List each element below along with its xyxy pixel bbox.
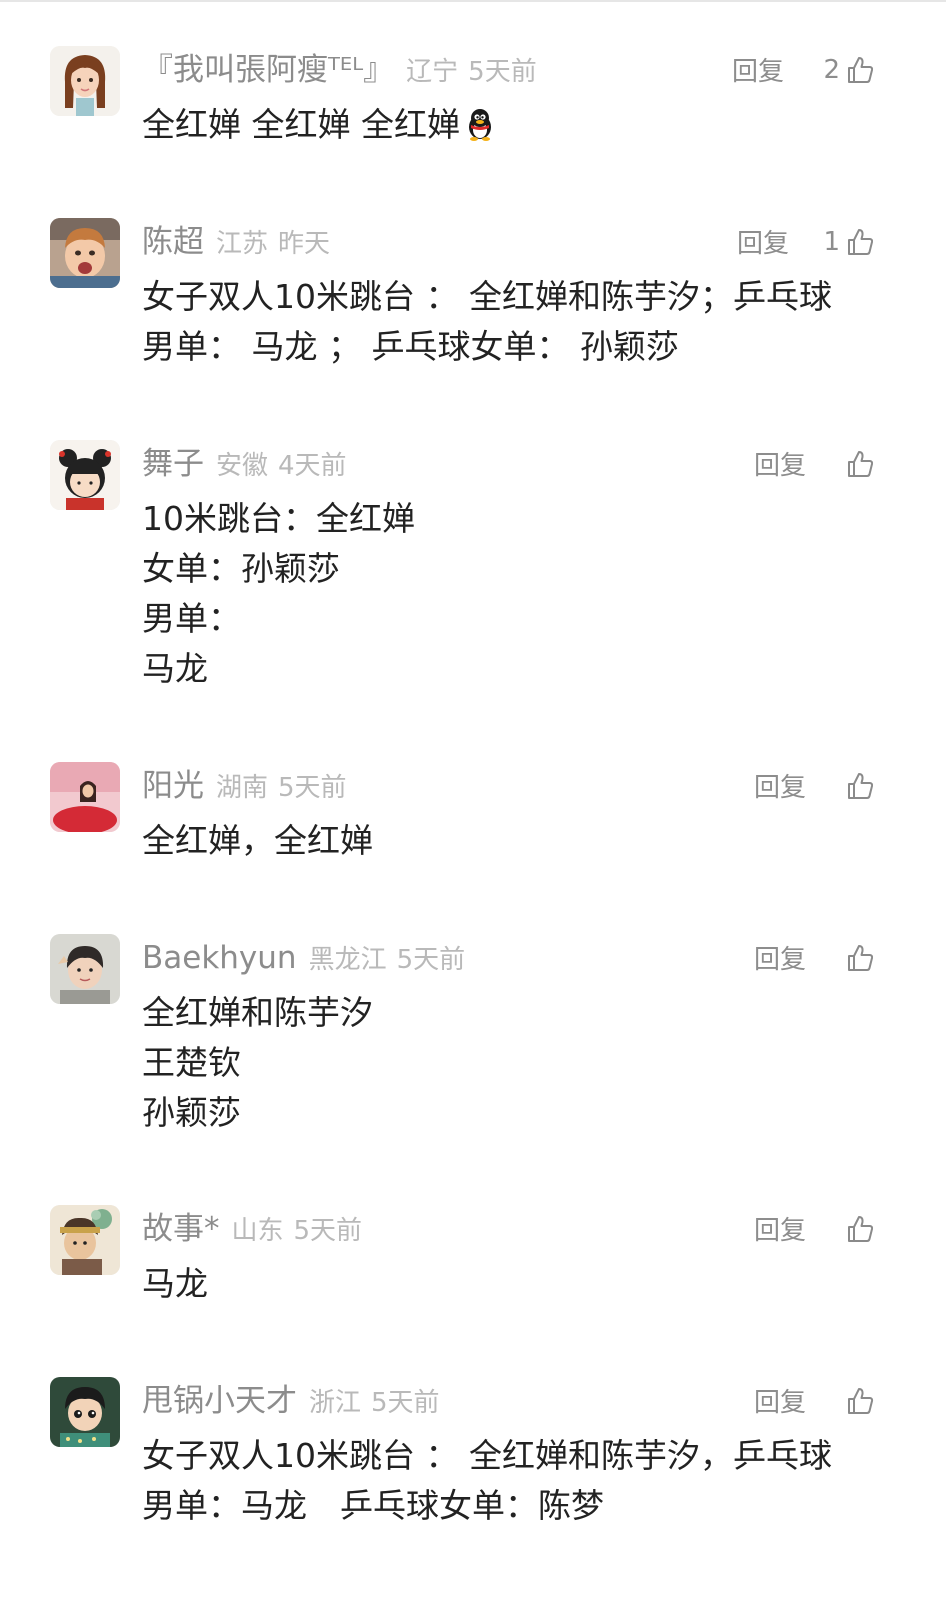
username[interactable]: Baekhyun (142, 940, 297, 976)
avatar[interactable] (50, 46, 120, 116)
location-label: 江苏 (216, 229, 269, 259)
reply-button[interactable]: 回复 (737, 224, 789, 264)
like-button[interactable]: 1 (823, 222, 876, 262)
comment-text: 全红婵 全红婵 全红婵 (142, 100, 498, 150)
username[interactable]: 阳光 (142, 768, 204, 804)
avatar-girl-icon (50, 46, 120, 116)
comment-text: 女子双人10米跳台 ： 全红婵和陈芋汐；乒乓球 男单： 马龙 ； 乒乓球女单： … (142, 272, 832, 372)
avatar[interactable] (50, 1205, 120, 1275)
reply-button[interactable]: 回复 (754, 768, 806, 808)
comment-line: 女子双人10米跳台 ： 全红婵和陈芋汐，乒乓球 (142, 1436, 832, 1475)
avatar[interactable] (50, 1377, 120, 1447)
comment-line: 马龙 (142, 649, 208, 688)
avatar-photo-icon (50, 762, 120, 832)
location-label: 山东 (231, 1216, 284, 1246)
like-count: 1 (823, 227, 840, 257)
like-button[interactable] (844, 1209, 876, 1249)
like-count: 2 (823, 55, 840, 85)
comment-line: 马龙 (142, 1264, 208, 1303)
comment-line-text: 全红婵 全红婵 全红婵 (142, 105, 460, 144)
avatar[interactable] (50, 218, 120, 288)
comment-line: 男单： (142, 599, 241, 638)
avatar-cartoon-icon (50, 1205, 120, 1275)
comment-line: 男单：马龙 乒乓球女单：陈梦 (142, 1486, 604, 1525)
avatar[interactable] (50, 934, 120, 1004)
like-button[interactable] (844, 766, 876, 806)
comment-text: 10米跳台：全红婵 女单：孙颖莎 男单： 马龙 (142, 494, 415, 694)
reply-button[interactable]: 回复 (732, 52, 784, 92)
location-label: 浙江 (309, 1388, 362, 1418)
location-label: 黑龙江 (308, 945, 387, 975)
comment-text: 全红婵，全红婵 (142, 816, 373, 866)
qq-penguin-icon (462, 106, 498, 156)
comment-meta: 故事* 山东 5天前 (142, 1207, 362, 1251)
username[interactable]: 『我叫張阿瘦ᵀᴱᴸ』 (142, 52, 394, 88)
avatar-child-icon (50, 218, 120, 288)
thumbs-up-icon (844, 1213, 876, 1245)
comment-text: 女子双人10米跳台 ： 全红婵和陈芋汐，乒乓球 男单：马龙 乒乓球女单：陈梦 (142, 1431, 832, 1531)
comment-line: 男单： 马龙 ； 乒乓球女单： 孙颖莎 (142, 327, 679, 366)
comment-line: 10米跳台：全红婵 (142, 499, 415, 538)
comment-list: 『我叫張阿瘦ᵀᴱᴸ』 辽宁 5天前 回复 2 全红婵 全红婵 全红婵 陈超 江苏… (0, 0, 946, 1600)
username[interactable]: 故事* (142, 1211, 220, 1247)
thumbs-up-icon (844, 1385, 876, 1417)
like-button[interactable] (844, 938, 876, 978)
avatar-cartoon-boy-icon (50, 1377, 120, 1447)
timestamp: 5天前 (468, 57, 537, 87)
username[interactable]: 舞子 (142, 446, 204, 482)
location-label: 辽宁 (406, 57, 459, 87)
thumbs-up-icon (844, 226, 876, 258)
comment-line: 女单：孙颖莎 (142, 549, 340, 588)
timestamp: 5天前 (396, 945, 466, 975)
comment-meta: 甩锅小天才 浙江 5天前 (142, 1379, 440, 1423)
like-button[interactable] (844, 444, 876, 484)
avatar-photo-icon (50, 934, 120, 1004)
thumbs-up-icon (844, 770, 876, 802)
comment-meta: 『我叫張阿瘦ᵀᴱᴸ』 辽宁 5天前 (142, 48, 537, 92)
timestamp: 昨天 (278, 229, 331, 259)
location-label: 安徽 (216, 451, 269, 481)
avatar[interactable] (50, 440, 120, 510)
timestamp: 5天前 (293, 1216, 363, 1246)
comment-line: 孙颖莎 (142, 1093, 241, 1132)
comment-line: 全红婵，全红婵 (142, 821, 373, 860)
comment-line: 王楚钦 (142, 1043, 241, 1082)
comment-line: 女子双人10米跳台 ： 全红婵和陈芋汐；乒乓球 (142, 277, 832, 316)
avatar-cartoon-girl-icon (50, 440, 120, 510)
timestamp: 5天前 (371, 1388, 440, 1418)
comment-text: 全红婵和陈芋汐 王楚钦 孙颖莎 (142, 988, 373, 1138)
comment-text: 马龙 (142, 1259, 208, 1309)
comment-meta: 陈超 江苏 昨天 (142, 220, 330, 264)
like-button[interactable] (844, 1381, 876, 1421)
timestamp: 5天前 (278, 773, 347, 803)
comment-meta: Baekhyun 黑龙江 5天前 (142, 936, 465, 980)
comment-meta: 阳光 湖南 5天前 (142, 764, 347, 808)
thumbs-up-icon (844, 54, 876, 86)
comment-meta: 舞子 安徽 4天前 (142, 442, 347, 486)
comment-line: 全红婵 全红婵 全红婵 (142, 100, 498, 150)
username[interactable]: 陈超 (142, 224, 204, 260)
reply-button[interactable]: 回复 (754, 446, 806, 486)
thumbs-up-icon (844, 448, 876, 480)
reply-button[interactable]: 回复 (754, 1211, 806, 1251)
like-button[interactable]: 2 (823, 50, 876, 90)
timestamp: 4天前 (278, 451, 347, 481)
comment-line: 全红婵和陈芋汐 (142, 993, 373, 1032)
avatar[interactable] (50, 762, 120, 832)
reply-button[interactable]: 回复 (754, 940, 806, 980)
location-label: 湖南 (216, 773, 269, 803)
username[interactable]: 甩锅小天才 (142, 1383, 297, 1419)
thumbs-up-icon (844, 942, 876, 974)
reply-button[interactable]: 回复 (754, 1383, 806, 1423)
